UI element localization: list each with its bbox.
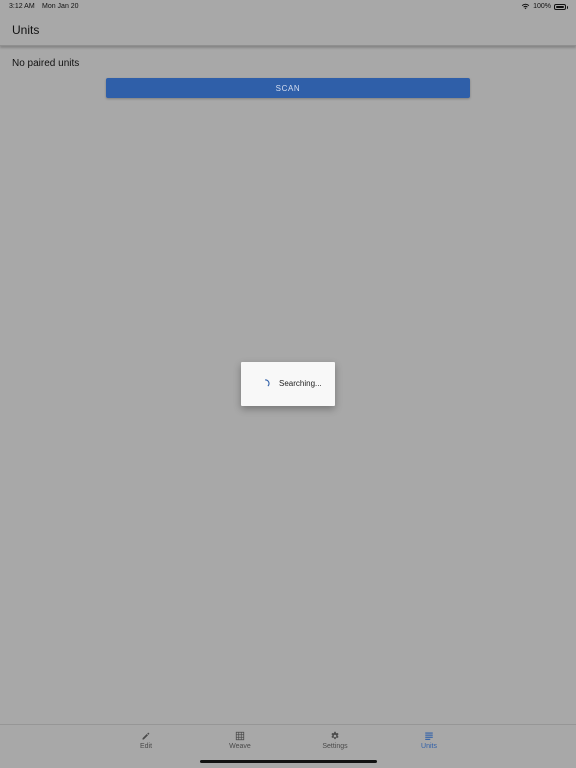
- tab-label-settings: Settings: [322, 743, 348, 750]
- empty-state-message: No paired units: [12, 58, 80, 69]
- tab-label-edit: Edit: [139, 743, 153, 750]
- tab-label-units: Units: [421, 743, 437, 750]
- page-title: Units: [12, 23, 40, 37]
- grid-icon: [235, 731, 245, 741]
- status-bar: 3:12 AM Mon Jan 20 100%: [0, 0, 576, 16]
- app-bar: Units: [0, 16, 576, 46]
- tab-units[interactable]: Units: [384, 725, 474, 759]
- searching-dialog: Searching...: [241, 362, 335, 406]
- home-indicator[interactable]: [200, 760, 377, 763]
- pencil-icon: [142, 732, 150, 740]
- scan-button[interactable]: SCAN: [106, 78, 470, 98]
- battery-icon: [554, 3, 568, 10]
- searching-message: Searching...: [279, 379, 322, 388]
- tab-label-weave: Weave: [229, 743, 251, 750]
- tab-settings[interactable]: Settings: [290, 725, 380, 759]
- loading-spinner-icon: [264, 379, 270, 387]
- status-time: 3:12 AM: [9, 3, 35, 10]
- battery-percentage: 100%: [533, 3, 551, 10]
- gear-icon: [331, 731, 339, 740]
- status-date: Mon Jan 20: [42, 3, 79, 10]
- status-indicators: 100%: [521, 3, 568, 10]
- tab-weave[interactable]: Weave: [195, 725, 285, 759]
- tab-edit[interactable]: Edit: [101, 725, 191, 759]
- list-icon: [425, 732, 433, 740]
- wifi-icon: [521, 3, 530, 10]
